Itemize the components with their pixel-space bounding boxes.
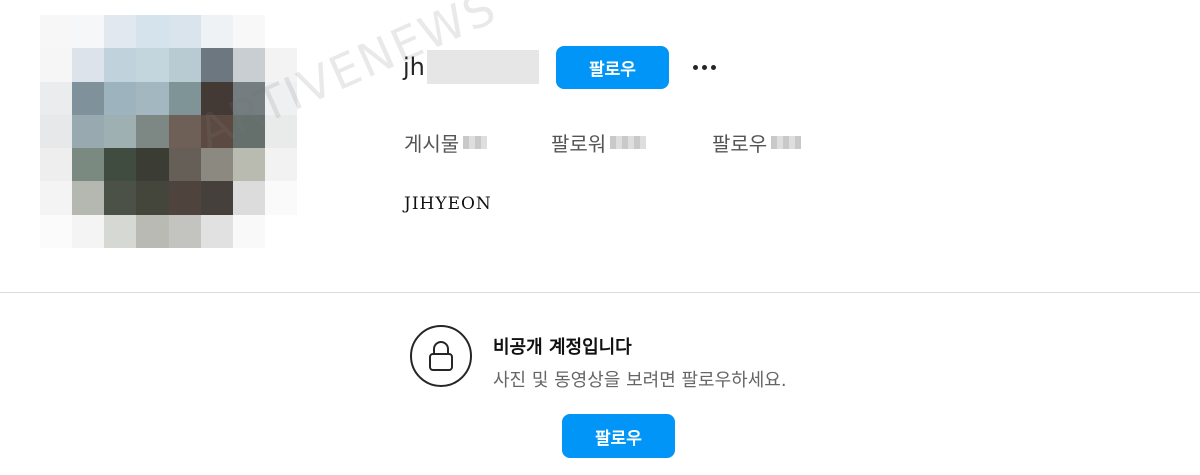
stat-posts-count-redacted — [463, 136, 488, 149]
avatar-pixel — [200, 15, 233, 49]
avatar-pixel — [40, 181, 73, 215]
avatar-pixel — [40, 48, 73, 82]
profile-avatar[interactable] — [40, 15, 297, 248]
avatar-pixel — [264, 214, 297, 248]
avatar-pixel — [72, 81, 105, 115]
follow-button[interactable]: 팔로우 — [556, 46, 669, 89]
private-account-title: 비공개 계정입니다 — [493, 337, 632, 358]
avatar-pixel — [40, 214, 73, 248]
stat-following-count-redacted — [771, 136, 802, 149]
avatar-pixel — [72, 214, 105, 248]
more-dot-icon — [710, 64, 716, 70]
profile-username: jh — [403, 50, 539, 84]
avatar-pixel — [168, 81, 201, 115]
avatar-pixel — [264, 48, 297, 82]
avatar-pixel — [72, 148, 105, 182]
more-dot-icon — [701, 64, 707, 70]
stat-followers-label: 팔로워 — [551, 132, 607, 156]
lock-icon — [429, 341, 453, 371]
avatar-pixel — [232, 81, 265, 115]
avatar-pixel — [264, 148, 297, 182]
avatar-pixel — [104, 48, 137, 82]
avatar-pixel — [232, 48, 265, 82]
avatar-pixel — [264, 81, 297, 115]
more-options-button[interactable] — [686, 52, 722, 82]
avatar-pixel — [168, 114, 201, 149]
stat-followers-count-redacted — [610, 136, 647, 149]
avatar-pixel — [40, 15, 73, 49]
stat-posts-label: 게시물 — [404, 132, 460, 156]
avatar-pixel — [232, 148, 265, 182]
avatar-pixel — [200, 181, 233, 215]
avatar-pixel — [264, 15, 297, 49]
more-dot-icon — [692, 64, 698, 70]
avatar-pixel — [40, 81, 73, 115]
avatar-pixel — [104, 114, 137, 149]
username-redaction — [426, 50, 539, 84]
avatar-pixel — [232, 114, 265, 149]
avatar-pixel — [136, 15, 169, 49]
profile-full-name: JIHYEON — [404, 194, 492, 214]
avatar-pixel — [104, 81, 137, 115]
avatar-pixel — [72, 15, 105, 49]
avatar-pixel — [200, 48, 233, 82]
avatar-pixel — [136, 81, 169, 115]
private-lock-badge — [410, 325, 472, 387]
avatar-pixel — [72, 48, 105, 82]
stat-followers[interactable]: 팔로워 — [551, 128, 647, 157]
avatar-pixel — [232, 214, 265, 248]
private-follow-button[interactable]: 팔로우 — [562, 414, 675, 458]
avatar-pixel — [72, 114, 105, 149]
avatar-pixel — [168, 148, 201, 182]
avatar-pixel — [264, 114, 297, 149]
avatar-pixel — [104, 15, 137, 49]
avatar-pixel — [168, 181, 201, 215]
avatar-pixel — [200, 81, 233, 115]
stat-following[interactable]: 팔로우 — [712, 128, 802, 157]
avatar-pixel — [104, 148, 137, 182]
avatar-pixel — [72, 181, 105, 215]
private-account-subtitle: 사진 및 동영상을 보려면 팔로우하세요. — [493, 370, 787, 391]
avatar-pixel — [200, 214, 233, 248]
section-divider — [0, 292, 1200, 293]
username-text: jh — [403, 53, 425, 81]
avatar-pixel — [168, 214, 201, 248]
avatar-pixel — [136, 48, 169, 82]
avatar-pixel — [40, 148, 73, 182]
stat-following-label: 팔로우 — [712, 132, 768, 156]
stat-posts: 게시물 — [404, 128, 488, 157]
avatar-pixel — [136, 148, 169, 182]
avatar-pixel — [200, 114, 233, 149]
avatar-pixel — [200, 148, 233, 182]
avatar-pixel — [136, 114, 169, 149]
avatar-pixel — [232, 181, 265, 215]
avatar-pixel — [168, 48, 201, 82]
avatar-pixel — [232, 15, 265, 49]
avatar-pixel — [104, 181, 137, 215]
avatar-pixel — [136, 181, 169, 215]
avatar-pixel — [40, 114, 73, 149]
avatar-pixel — [104, 214, 137, 248]
avatar-pixel — [136, 214, 169, 248]
avatar-pixel — [168, 15, 201, 49]
avatar-pixel — [264, 181, 297, 215]
